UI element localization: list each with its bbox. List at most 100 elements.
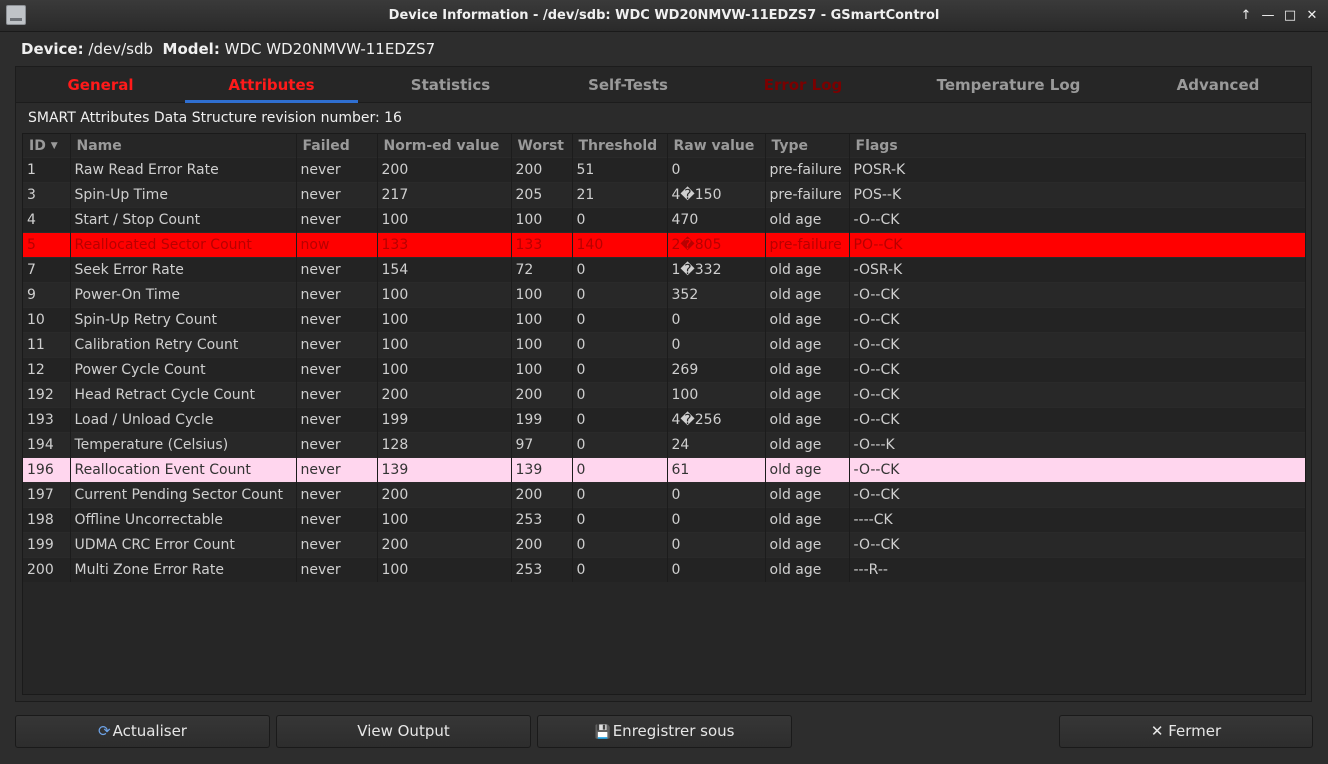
- cell-normed-value: 100: [377, 557, 512, 582]
- cell-type: old age: [765, 257, 850, 283]
- column-header-type[interactable]: Type: [765, 134, 850, 158]
- cell-flags: -O--CK: [849, 457, 1305, 483]
- cell-id: 9: [23, 282, 71, 308]
- save-as-label: Enregistrer sous: [612, 722, 735, 740]
- cell-type: old age: [765, 282, 850, 308]
- cell-id: 200: [23, 557, 71, 582]
- cell-raw-value: 24: [667, 432, 766, 458]
- tab-error-log[interactable]: Error Log: [713, 67, 893, 103]
- table-row[interactable]: 200 Multi Zone Error Rate never 100 253 0 0 old…: [23, 557, 1305, 582]
- view-output-label: View Output: [357, 722, 450, 740]
- save-as-button[interactable]: 💾 Enregistrer sous: [537, 715, 792, 748]
- tab-statistics[interactable]: Statistics: [358, 67, 543, 103]
- cell-raw-value: 4�150: [667, 182, 766, 208]
- table-row[interactable]: 12 Power Cycle Count never 100 100 0 269 old ag…: [23, 357, 1305, 383]
- cell-worst: 199: [511, 407, 573, 433]
- cell-type: old age: [765, 557, 850, 582]
- cell-name: Seek Error Rate: [70, 257, 297, 283]
- cell-normed-value: 154: [377, 257, 512, 283]
- keep-above-icon[interactable]: ↑: [1237, 7, 1255, 25]
- refresh-icon: ⟳: [98, 722, 111, 740]
- column-header-threshold[interactable]: Threshold: [572, 134, 668, 158]
- column-header-name[interactable]: Name: [70, 134, 297, 158]
- tab-self-tests[interactable]: Self-Tests: [543, 67, 713, 103]
- cell-failed: never: [296, 157, 378, 183]
- tab-advanced[interactable]: Advanced: [1124, 67, 1312, 103]
- refresh-button[interactable]: ⟳ Actualiser: [15, 715, 270, 748]
- cell-failed: never: [296, 557, 378, 582]
- cell-normed-value: 139: [377, 457, 512, 483]
- cell-normed-value: 200: [377, 532, 512, 558]
- cell-failed: never: [296, 182, 378, 208]
- table-row[interactable]: 193 Load / Unload Cycle never 199 199 0 4�256 o…: [23, 407, 1305, 433]
- table-row[interactable]: 192 Head Retract Cycle Count never 200 200 0 1…: [23, 382, 1305, 408]
- cell-flags: -O--CK: [849, 332, 1305, 358]
- sort-descending-icon: ▼: [50, 140, 58, 151]
- cell-raw-value: 2�805: [667, 232, 766, 258]
- cell-failed: never: [296, 382, 378, 408]
- table-row[interactable]: 199 UDMA CRC Error Count never 200 200 0 0 old …: [23, 532, 1305, 558]
- tab-temperature-log[interactable]: Temperature Log: [893, 67, 1124, 103]
- cell-flags: -O--CK: [849, 532, 1305, 558]
- attributes-table-view[interactable]: ID ▼ Name Failed Norm-ed value Worst Thr…: [22, 133, 1306, 695]
- maximize-icon[interactable]: □: [1281, 7, 1299, 25]
- close-window-icon[interactable]: ✕: [1303, 7, 1321, 25]
- table-row[interactable]: 1 Raw Read Error Rate never 200 200 51 0 pre-fa…: [23, 157, 1305, 183]
- cell-threshold: 0: [572, 432, 668, 458]
- cell-worst: 200: [511, 532, 573, 558]
- column-header-raw-value[interactable]: Raw value: [667, 134, 766, 158]
- tab-attributes[interactable]: Attributes: [185, 67, 358, 103]
- column-header-normed-value[interactable]: Norm-ed value: [377, 134, 512, 158]
- table-row[interactable]: 7 Seek Error Rate never 154 72 0 1�332 old age -…: [23, 257, 1305, 283]
- minimize-icon[interactable]: —: [1259, 7, 1277, 25]
- table-header-row: ID ▼ Name Failed Norm-ed value Worst Thr…: [23, 134, 1305, 158]
- cell-threshold: 140: [572, 232, 668, 258]
- column-header-worst[interactable]: Worst: [511, 134, 573, 158]
- table-row[interactable]: 198 Offline Uncorrectable never 100 253 0 0 old…: [23, 507, 1305, 533]
- window-title: Device Information - /dev/sdb: WDC WD20N…: [388, 8, 940, 23]
- cell-id: 7: [23, 257, 71, 283]
- cell-name: Reallocated Sector Count: [70, 232, 297, 258]
- table-row[interactable]: 3 Spin-Up Time never 217 205 21 4�150 pre-failu…: [23, 182, 1305, 208]
- table-row[interactable]: 194 Temperature (Celsius) never 128 97 0 24 old…: [23, 432, 1305, 458]
- table-row[interactable]: 4 Start / Stop Count never 100 100 0 470 old ag…: [23, 207, 1305, 233]
- table-row[interactable]: 5 Reallocated Sector Count now 133 133 140 2�8…: [23, 232, 1305, 258]
- cell-threshold: 0: [572, 457, 668, 483]
- cell-id: 11: [23, 332, 71, 358]
- cell-failed: never: [296, 407, 378, 433]
- tab-general[interactable]: General: [16, 67, 185, 103]
- cell-type: old age: [765, 407, 850, 433]
- cell-name: Calibration Retry Count: [70, 332, 297, 358]
- table-row[interactable]: 196 Reallocation Event Count never 139 139 0 6…: [23, 457, 1305, 483]
- save-icon: 💾: [594, 725, 611, 740]
- cell-normed-value: 100: [377, 307, 512, 333]
- cell-id: 196: [23, 457, 71, 483]
- column-header-id[interactable]: ID ▼: [23, 134, 71, 158]
- cell-threshold: 21: [572, 182, 668, 208]
- cell-flags: -OSR-K: [849, 257, 1305, 283]
- cell-failed: now: [296, 232, 378, 258]
- table-row[interactable]: 197 Current Pending Sector Count never 200 2…: [23, 482, 1305, 508]
- column-header-failed[interactable]: Failed: [296, 134, 378, 158]
- table-row[interactable]: 10 Spin-Up Retry Count never 100 100 0 0 old ag…: [23, 307, 1305, 333]
- cell-worst: 72: [511, 257, 573, 283]
- cell-raw-value: 269: [667, 357, 766, 383]
- table-row[interactable]: 9 Power-On Time never 100 100 0 352 old age -O--…: [23, 282, 1305, 308]
- cell-id: 10: [23, 307, 71, 333]
- table-row[interactable]: 11 Calibration Retry Count never 100 100 0 0 ol…: [23, 332, 1305, 358]
- cell-worst: 100: [511, 357, 573, 383]
- column-header-flags[interactable]: Flags: [849, 134, 1305, 158]
- close-button[interactable]: ✕ Fermer: [1059, 715, 1313, 748]
- view-output-button[interactable]: View Output: [276, 715, 531, 748]
- cell-flags: POS--K: [849, 182, 1305, 208]
- cell-name: Load / Unload Cycle: [70, 407, 297, 433]
- cell-worst: 253: [511, 557, 573, 582]
- cell-threshold: 0: [572, 307, 668, 333]
- cell-threshold: 0: [572, 332, 668, 358]
- cell-failed: never: [296, 357, 378, 383]
- cell-worst: 200: [511, 482, 573, 508]
- cell-failed: never: [296, 507, 378, 533]
- cell-name: Reallocation Event Count: [70, 457, 297, 483]
- refresh-label: Actualiser: [112, 722, 187, 740]
- cell-normed-value: 100: [377, 332, 512, 358]
